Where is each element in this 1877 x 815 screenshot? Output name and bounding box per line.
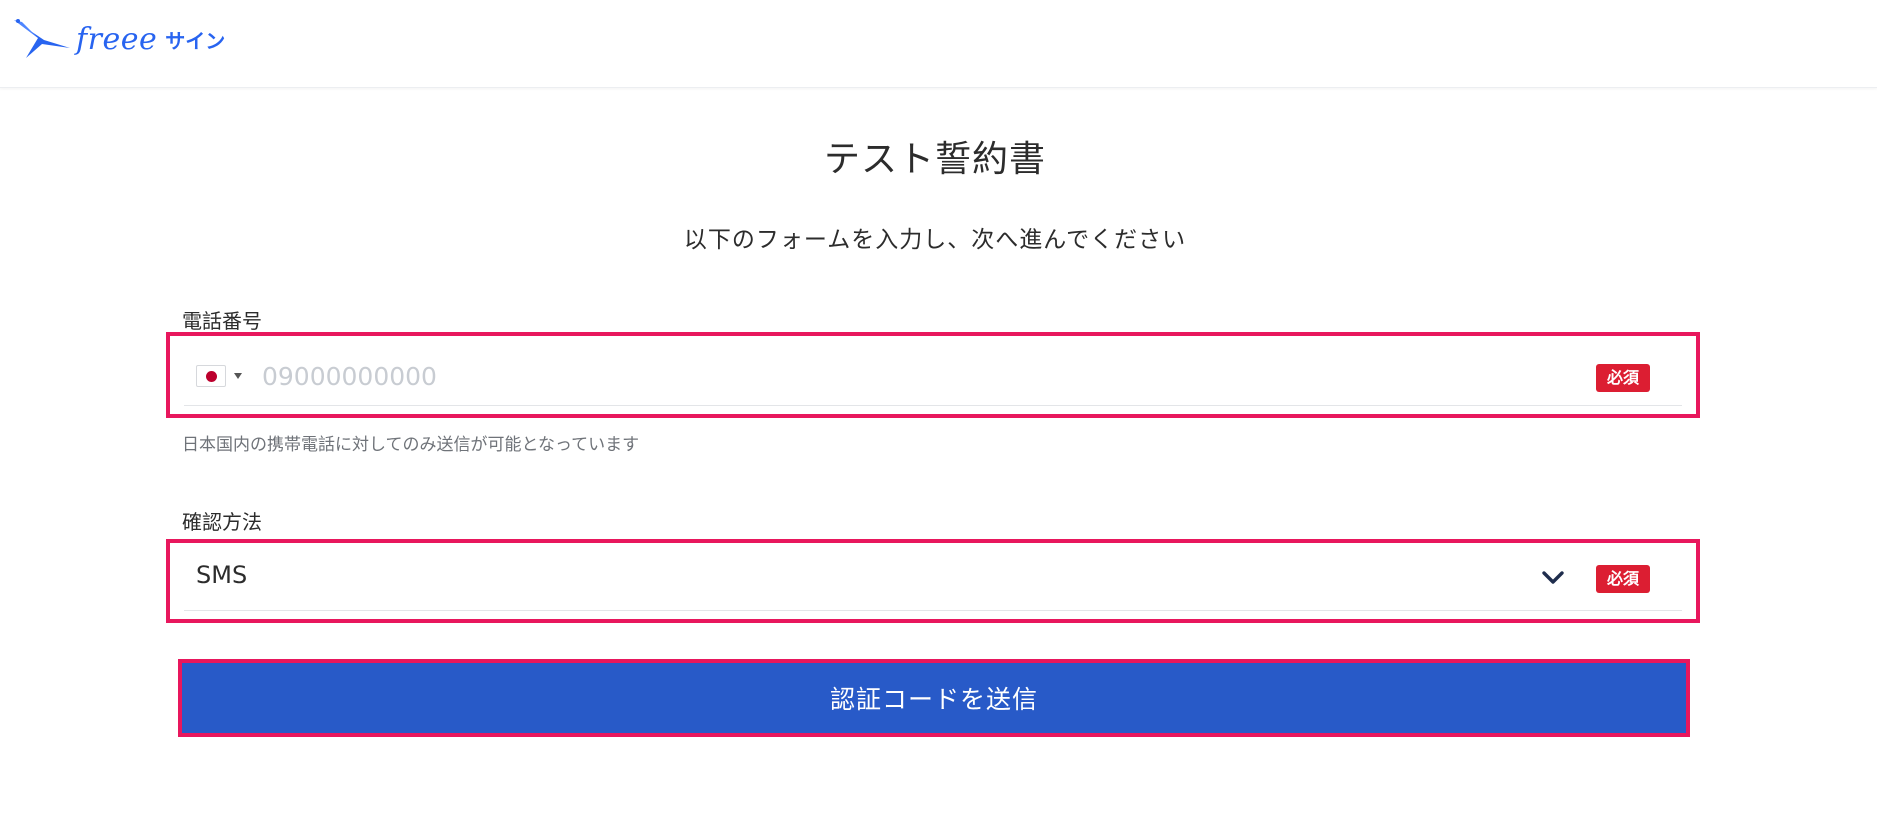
method-select[interactable]: SMS 必須 bbox=[166, 539, 1700, 623]
submit-button-frame: 認証コードを送信 bbox=[178, 659, 1690, 737]
page-subtitle: 以下のフォームを入力し、次へ進んでください bbox=[683, 227, 1187, 253]
phone-input[interactable] bbox=[260, 356, 1564, 396]
bird-icon bbox=[14, 19, 70, 58]
logo-product-name: サイン bbox=[165, 28, 226, 53]
required-badge: 必須 bbox=[1596, 364, 1650, 392]
country-selector[interactable] bbox=[196, 364, 242, 388]
page-title: テスト誓約書 bbox=[823, 139, 1046, 180]
method-select-value: SMS bbox=[196, 561, 248, 589]
required-badge: 必須 bbox=[1596, 565, 1650, 593]
method-field-label: 確認方法 bbox=[182, 510, 262, 534]
phone-helper-text: 日本国内の携帯電話に対してのみ送信が可能となっています bbox=[182, 435, 640, 455]
phone-field-label: 電話番号 bbox=[182, 309, 262, 333]
send-verification-code-button[interactable]: 認証コードを送信 bbox=[182, 663, 1686, 733]
chevron-down-icon bbox=[1542, 571, 1564, 584]
phone-field-box: 必須 bbox=[166, 332, 1700, 418]
freee-sign-logo[interactable]: freee サイン bbox=[12, 14, 225, 64]
select-underline bbox=[184, 610, 1682, 611]
input-underline bbox=[184, 405, 1682, 406]
caret-down-icon bbox=[234, 373, 242, 379]
logo-wordmark: freee bbox=[76, 21, 158, 57]
japan-flag-icon bbox=[196, 365, 226, 387]
app-header: freee サイン bbox=[0, 0, 1877, 88]
